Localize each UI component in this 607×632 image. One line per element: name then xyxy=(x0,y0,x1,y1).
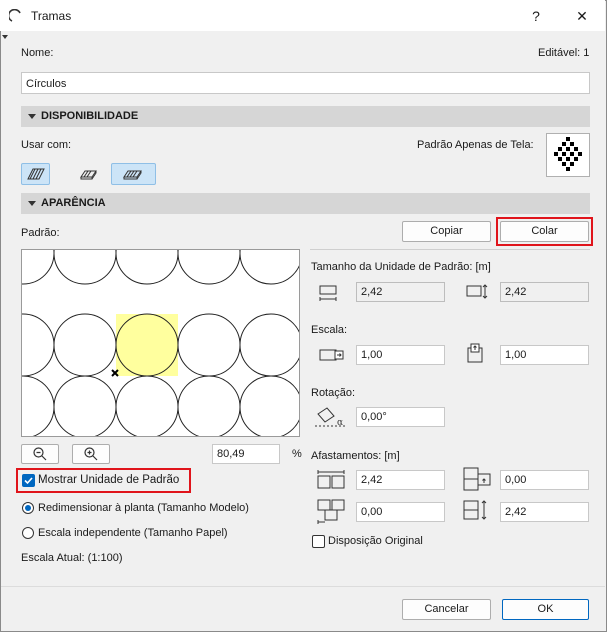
window-title: Tramas xyxy=(31,9,72,23)
name-input[interactable]: Círculos xyxy=(21,72,590,94)
availability-section[interactable]: DISPONIBILIDADE xyxy=(21,106,590,127)
use-fill-surface-button[interactable] xyxy=(111,163,156,185)
scale-x-input[interactable]: 1,00 xyxy=(356,345,445,365)
editable-label: Editável: 1 xyxy=(538,47,590,59)
zoom-out-button[interactable] xyxy=(21,444,59,464)
unit-size-label: Tamanho da Unidade de Padrão: [m] xyxy=(311,261,491,273)
ok-button[interactable]: OK xyxy=(502,599,589,620)
independent-scale-radio[interactable] xyxy=(22,527,34,539)
app-icon xyxy=(9,9,21,22)
resize-plan-radio[interactable] xyxy=(22,502,34,514)
resize-grip-icon xyxy=(2,35,8,39)
use-fill-drafting-button[interactable] xyxy=(21,163,50,185)
scale-label: Escala: xyxy=(311,324,348,336)
zoom-in-button[interactable] xyxy=(72,444,110,464)
use-with-label: Usar com: xyxy=(21,139,72,151)
availability-header: DISPONIBILIDADE xyxy=(41,110,139,122)
divider xyxy=(310,249,590,250)
show-unit-highlight-frame xyxy=(16,468,191,493)
name-label: Nome: xyxy=(21,47,54,59)
appearance-header: APARÊNCIA xyxy=(41,197,106,209)
unit-width-input[interactable]: 2,42 xyxy=(356,282,445,302)
offset-b-input[interactable]: 0,00 xyxy=(500,470,589,490)
copy-button[interactable]: Copiar xyxy=(402,221,491,242)
zoom-out-icon xyxy=(33,447,47,461)
rotation-label: Rotação: xyxy=(311,387,356,399)
use-fill-cut-button[interactable] xyxy=(74,163,103,185)
offset-d-input[interactable]: 2,42 xyxy=(500,502,589,522)
offset-a-input[interactable]: 2,42 xyxy=(356,470,445,490)
offset-c-icon xyxy=(317,499,345,524)
title-bar: Tramas ? ✕ xyxy=(0,0,605,31)
svg-text:α: α xyxy=(337,418,343,428)
collapse-triangle-icon xyxy=(28,114,36,119)
unit-height-icon xyxy=(466,284,488,299)
scale-y-icon xyxy=(467,343,483,363)
pattern-preview[interactable] xyxy=(21,249,300,437)
close-button[interactable]: ✕ xyxy=(562,4,602,28)
unit-height-input[interactable]: 2,42 xyxy=(500,282,589,302)
independent-scale-label: Escala independente (Tamanho Papel) xyxy=(38,527,228,539)
zoom-unit: % xyxy=(292,448,302,460)
pattern-label: Padrão: xyxy=(21,227,60,239)
pattern-canvas xyxy=(22,250,299,436)
footer-divider xyxy=(1,586,605,587)
hatch-surface-icon xyxy=(123,170,142,180)
scale-x-icon xyxy=(319,349,344,361)
screen-pattern-icon xyxy=(554,137,582,171)
cancel-button[interactable]: Cancelar xyxy=(402,599,491,620)
original-layout-label: Disposição Original xyxy=(328,535,423,547)
help-button[interactable]: ? xyxy=(516,4,556,28)
offset-a-icon xyxy=(317,470,345,489)
rotation-input[interactable]: 0,00° xyxy=(356,407,445,427)
hatch-plane-icon xyxy=(27,168,45,180)
appearance-section[interactable]: APARÊNCIA xyxy=(21,193,590,214)
screen-pattern-preview[interactable] xyxy=(546,133,590,177)
zoom-in-icon xyxy=(84,447,98,461)
offset-d-icon xyxy=(463,500,487,520)
original-layout-checkbox[interactable] xyxy=(312,535,325,548)
offset-c-input[interactable]: 0,00 xyxy=(356,502,445,522)
screen-only-label: Padrão Apenas de Tela: xyxy=(417,139,534,151)
current-scale-label: Escala Atual: (1:100) xyxy=(21,552,123,564)
scale-y-input[interactable]: 1,00 xyxy=(500,345,589,365)
unit-width-icon xyxy=(319,285,337,301)
paste-highlight-frame xyxy=(496,217,593,246)
offsets-label: Afastamentos: [m] xyxy=(311,450,400,462)
zoom-input[interactable]: 80,49 xyxy=(212,444,280,464)
rotation-icon: α xyxy=(315,407,345,428)
hatch-box-icon xyxy=(80,170,97,180)
resize-plan-label: Redimensionar à planta (Tamanho Modelo) xyxy=(38,502,249,514)
offset-b-icon xyxy=(463,467,491,491)
collapse-triangle-icon xyxy=(28,201,36,206)
